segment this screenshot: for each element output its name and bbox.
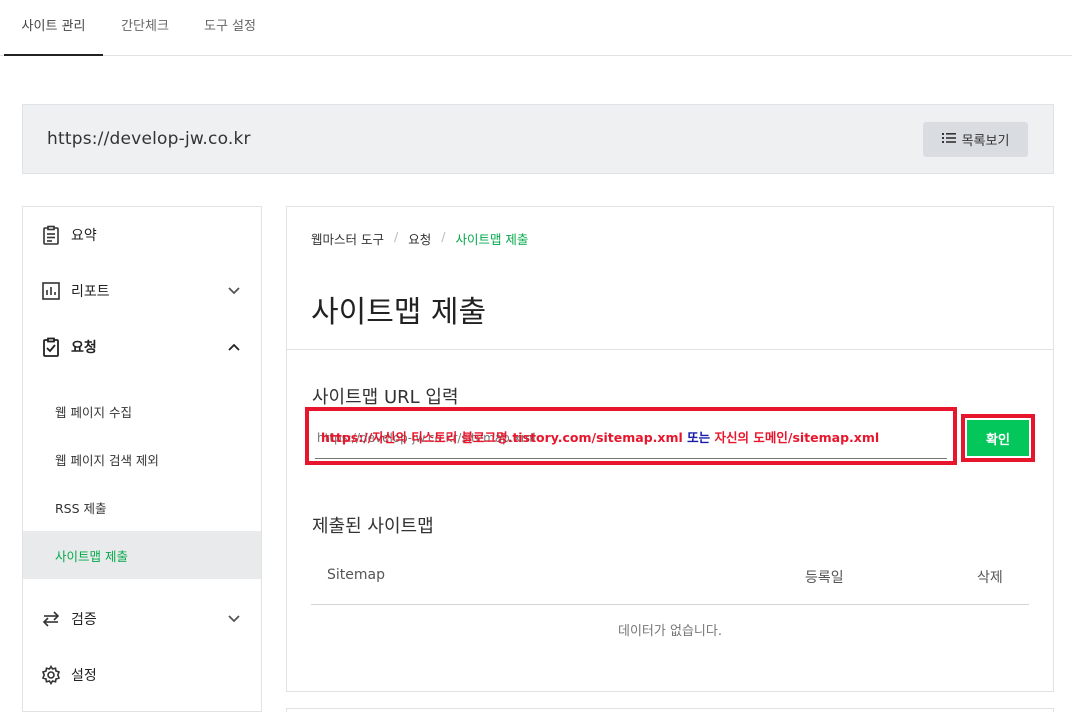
sidebar-label-verify: 검증 xyxy=(71,612,97,628)
sidebar-subitem-page-exclude[interactable]: 웹 페이지 검색 제외 xyxy=(23,435,261,483)
divider xyxy=(287,349,1053,350)
chart-icon xyxy=(40,280,62,302)
main-panel: 웹마스터 도구 / 요청 / 사이트맵 제출 사이트맵 제출 사이트맵 URL … xyxy=(286,206,1054,692)
sidebar-subitem-sitemap[interactable]: 사이트맵 제출 xyxy=(23,531,261,579)
sidebar-label-summary: 요약 xyxy=(71,228,97,244)
chevron-up-icon xyxy=(227,340,241,354)
sidebar-label-settings: 설정 xyxy=(71,668,97,684)
annotation-highlight-box: https://자신의 티스토리 블로그명.tistory.com/sitema… xyxy=(305,407,957,465)
empty-table-message: 데이터가 없습니다. xyxy=(618,624,722,639)
table-header: Sitemap 등록일 삭제 xyxy=(311,555,1029,605)
sidebar-item-settings[interactable]: 설정 xyxy=(23,647,261,703)
sidebar-item-verify[interactable]: 검증 xyxy=(23,591,261,647)
site-bar: https://develop-jw.co.kr 목록보기 xyxy=(22,104,1054,174)
column-header-date: 등록일 xyxy=(805,570,844,586)
submitted-sitemaps-label: 제출된 사이트맵 xyxy=(312,516,434,537)
list-view-label: 목록보기 xyxy=(961,134,1010,149)
site-url: https://develop-jw.co.kr xyxy=(47,129,251,149)
annotation-highlight-box: 확인 xyxy=(961,414,1035,462)
sync-icon xyxy=(40,608,62,630)
chevron-down-icon xyxy=(227,284,241,298)
sidebar-label-report: 리포트 xyxy=(71,284,110,300)
breadcrumb-separator: / xyxy=(393,229,399,244)
clipboard-icon xyxy=(40,224,62,246)
subitem-label: 웹 페이지 검색 제외 xyxy=(55,452,159,468)
chevron-down-icon xyxy=(227,612,241,626)
breadcrumb-current: 사이트맵 제출 xyxy=(455,232,529,247)
tab-quick-check[interactable]: 간단체크 xyxy=(107,0,183,56)
column-header-sitemap: Sitemap xyxy=(327,567,385,583)
sidebar: 요약 리포트 요청 웹 페이지 수집 웹 페이지 검색 제외 RSS 제출 사이… xyxy=(22,206,262,712)
breadcrumb-separator: / xyxy=(441,229,446,244)
sidebar-label-request: 요청 xyxy=(71,340,97,356)
sidebar-item-report[interactable]: 리포트 xyxy=(23,263,261,319)
top-tab-bar: 사이트 관리 간단체크 도구 설정 xyxy=(0,0,1072,56)
sitemap-url-label: 사이트맵 URL 입력 xyxy=(312,387,459,408)
subitem-label: RSS 제출 xyxy=(55,500,107,516)
clipboard-check-icon xyxy=(40,336,62,358)
tab-tool-settings[interactable]: 도구 설정 xyxy=(189,0,271,56)
breadcrumb-item[interactable]: 요청 xyxy=(408,229,431,248)
column-header-delete: 삭제 xyxy=(977,570,1003,586)
breadcrumb: 웹마스터 도구 / 요청 / 사이트맵 제출 xyxy=(311,229,528,248)
sidebar-subitem-page-collect[interactable]: 웹 페이지 수집 xyxy=(23,387,261,435)
list-icon xyxy=(941,132,956,148)
sidebar-subitem-rss[interactable]: RSS 제출 xyxy=(23,483,261,531)
tab-site-management[interactable]: 사이트 관리 xyxy=(4,0,103,56)
gear-icon xyxy=(40,664,62,686)
subitem-label: 사이트맵 제출 xyxy=(55,548,128,564)
breadcrumb-item[interactable]: 웹마스터 도구 xyxy=(311,229,384,248)
list-view-button[interactable]: 목록보기 xyxy=(923,122,1028,157)
sidebar-item-summary[interactable]: 요약 xyxy=(23,207,261,263)
confirm-button[interactable]: 확인 xyxy=(967,420,1029,456)
sitemap-url-input[interactable] xyxy=(315,417,947,459)
subitem-label: 웹 페이지 수집 xyxy=(55,404,132,420)
page-title: 사이트맵 제출 xyxy=(311,295,487,330)
next-panel-edge xyxy=(286,708,1054,712)
sidebar-item-request[interactable]: 요청 xyxy=(23,319,261,375)
